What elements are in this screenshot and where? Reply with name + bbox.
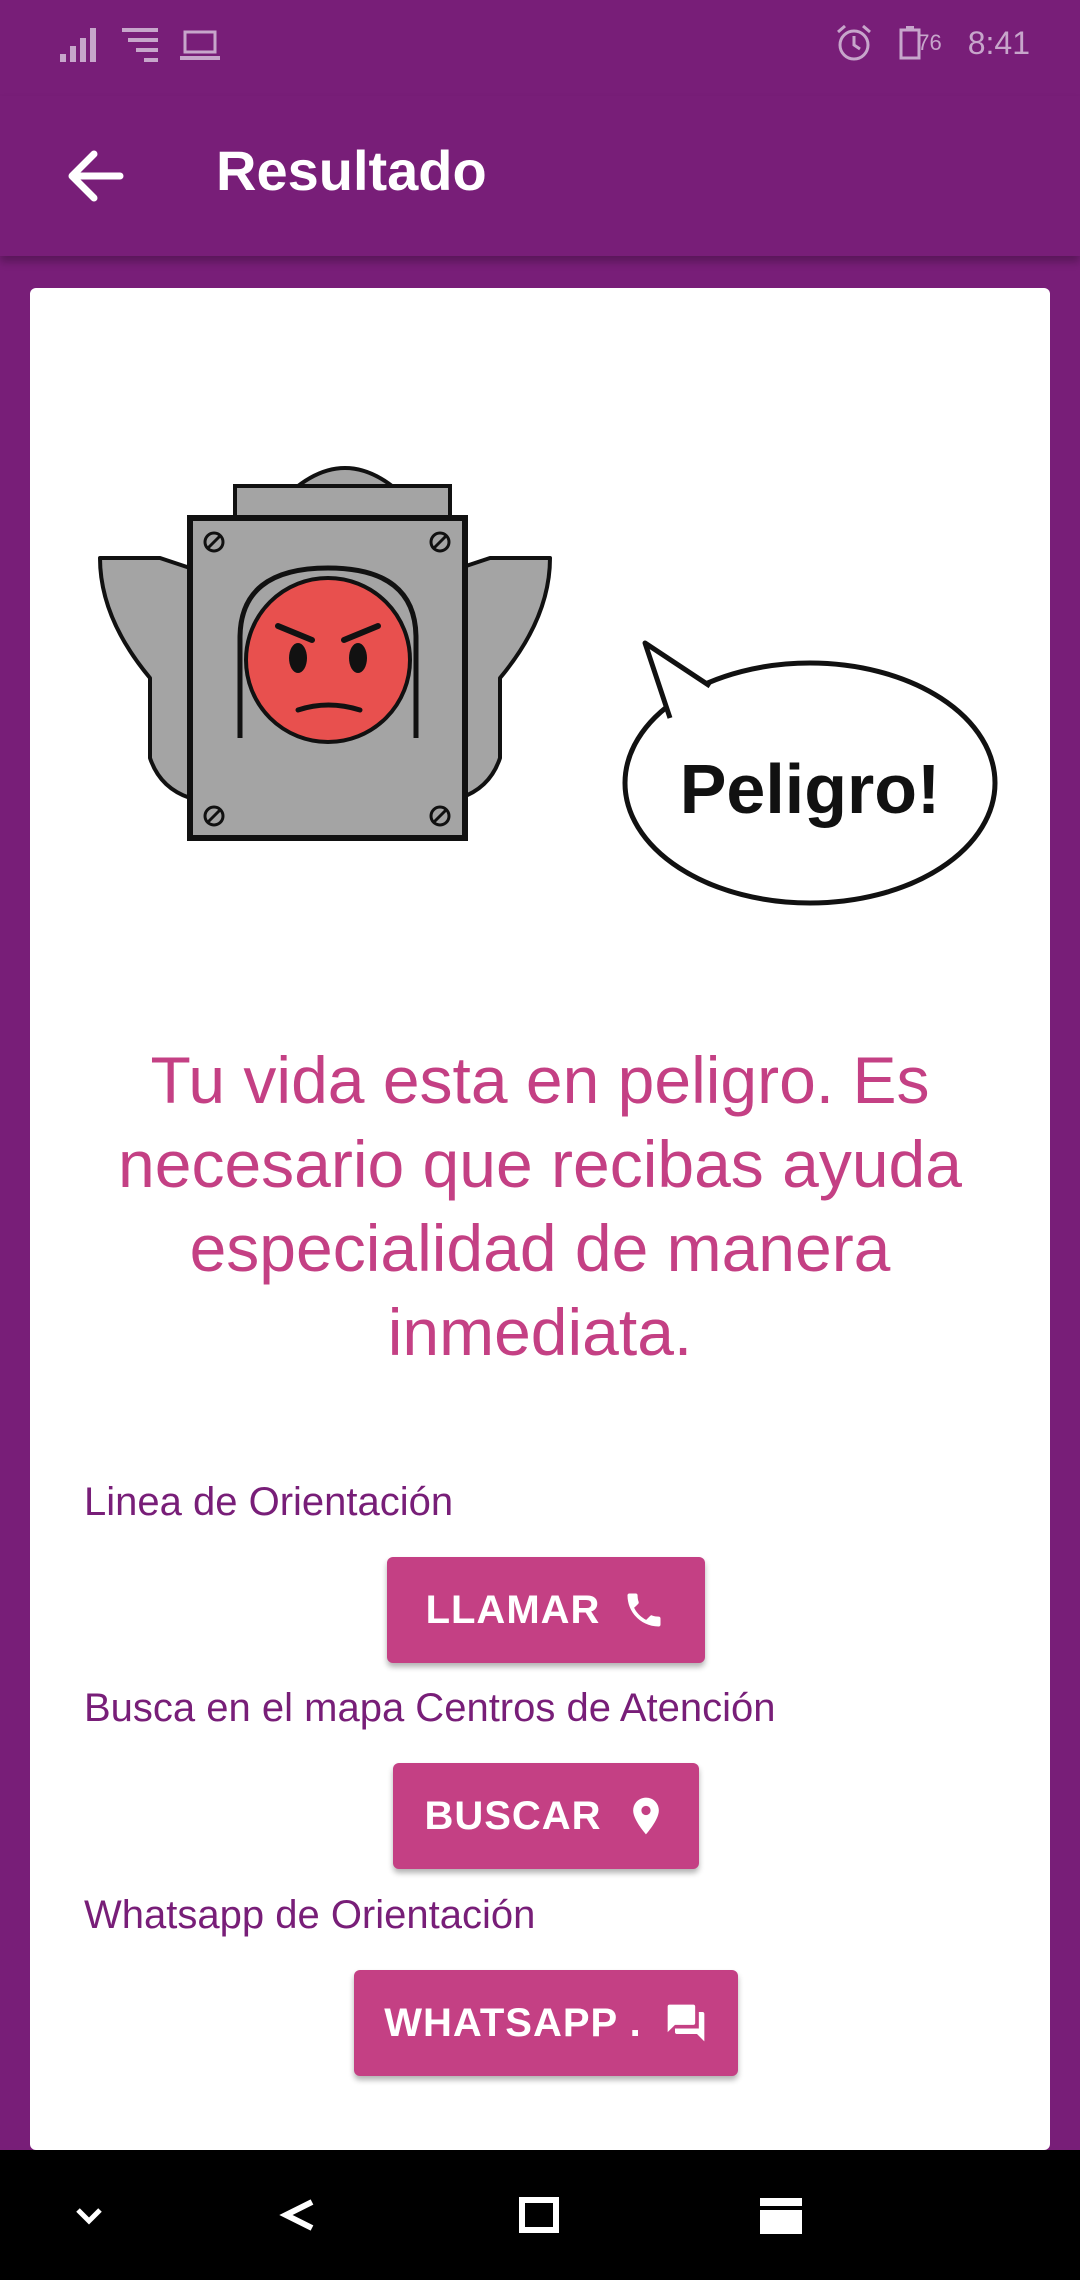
nav-home-button[interactable] (506, 2182, 572, 2248)
whatsapp-button[interactable]: WHATSAPP . (354, 1970, 738, 2076)
traffic-light-illustration: Peligro! (98, 466, 998, 906)
whatsapp-button-label: WHATSAPP . (384, 2000, 642, 2045)
call-button-label: LLAMAR (425, 1587, 601, 1632)
back-button[interactable] (60, 140, 132, 212)
chat-icon (667, 2004, 705, 2042)
home-icon (519, 2197, 559, 2233)
status-time: 8:41 (967, 24, 1030, 61)
arrow-back-icon (68, 150, 124, 202)
battery-level: 76 (917, 30, 942, 55)
nav-recents-button[interactable] (748, 2182, 814, 2248)
status-bar: 76 8:41 (0, 0, 1080, 96)
speech-bubble-text: Peligro! (680, 750, 941, 828)
phone-icon (627, 1593, 661, 1627)
laptop-icon (180, 30, 220, 60)
section-label-map: Busca en el mapa Centros de Atención (84, 1686, 776, 1730)
signal-icon (60, 28, 96, 62)
app-bar: Resultado (0, 96, 1080, 256)
angry-face-icon (244, 576, 412, 744)
battery-icon: 76 (899, 26, 942, 60)
system-nav-bar (0, 2150, 1080, 2280)
recents-icon (760, 2198, 802, 2234)
search-button[interactable]: BUSCAR (393, 1763, 699, 1869)
alarm-icon (837, 24, 872, 61)
call-button[interactable]: LLAMAR (387, 1557, 705, 1663)
nav-collapse-button[interactable] (56, 2182, 122, 2248)
section-label-whatsapp: Whatsapp de Orientación (84, 1893, 536, 1937)
search-button-label: BUSCAR (424, 1793, 602, 1838)
location-pin-icon (632, 1797, 659, 1835)
section-label-orientation-line: Linea de Orientación (84, 1480, 454, 1524)
nav-back-button[interactable] (266, 2182, 332, 2248)
wifi-icon (122, 28, 158, 62)
result-message: Tu vida esta en peligro. Es necesario qu… (118, 1043, 962, 1369)
result-card: Peligro! Tu vida esta en peligro. Es nec… (30, 288, 1050, 2150)
back-icon (279, 2199, 314, 2231)
page-title: Resultado (216, 139, 487, 202)
chevron-down-icon (76, 2208, 102, 2225)
